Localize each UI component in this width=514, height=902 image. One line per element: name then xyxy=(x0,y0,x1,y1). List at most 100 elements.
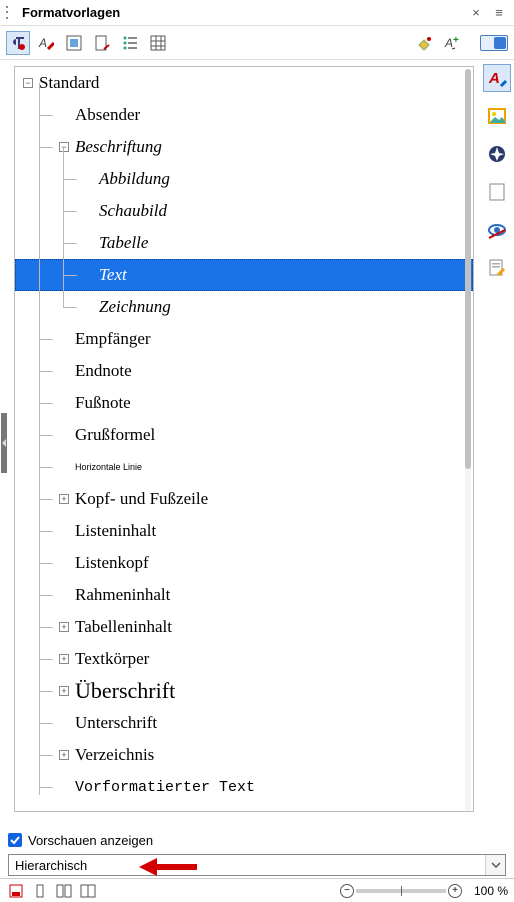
chevron-down-icon[interactable] xyxy=(485,855,505,875)
tree-item[interactable]: Fußnote xyxy=(15,387,473,419)
tree-item[interactable]: Listenkopf xyxy=(15,547,473,579)
multi-page-view-icon[interactable] xyxy=(54,882,74,900)
tree-item-label: Text xyxy=(99,265,127,285)
spotlight-toggle[interactable] xyxy=(480,35,508,51)
tree-item[interactable]: + Verzeichnis xyxy=(15,739,473,771)
tree-item-label: Schaubild xyxy=(99,201,167,221)
character-styles-icon: A xyxy=(38,35,54,51)
status-bar: − + 100 % xyxy=(0,878,514,902)
tree-item-label: Rahmeninhalt xyxy=(75,585,170,605)
tree-item-label: Listeninhalt xyxy=(75,521,156,541)
list-styles-button[interactable] xyxy=(118,31,142,55)
expand-icon[interactable]: + xyxy=(59,654,69,664)
svg-text:A: A xyxy=(444,36,453,50)
preview-checkbox[interactable] xyxy=(8,833,22,847)
tree-item-label: Fußnote xyxy=(75,393,131,413)
tree-item[interactable]: Endnote xyxy=(15,355,473,387)
svg-text:+: + xyxy=(453,35,459,46)
tree-item[interactable]: Unterschrift xyxy=(15,707,473,739)
tree-item-label: Empfänger xyxy=(75,329,151,349)
expand-icon[interactable]: + xyxy=(59,494,69,504)
table-styles-button[interactable] xyxy=(146,31,170,55)
tree-item[interactable]: Absender xyxy=(15,99,473,131)
tree-item[interactable]: Grußformel xyxy=(15,419,473,451)
filter-combobox-value: Hierarchisch xyxy=(9,858,485,873)
gallery-tab-button[interactable] xyxy=(483,102,511,130)
tree-item[interactable]: + Überschrift xyxy=(15,675,473,707)
tree-item-label: Grußformel xyxy=(75,425,155,445)
frame-styles-icon xyxy=(66,35,82,51)
tree-item-label: Textkörper xyxy=(75,649,149,669)
tree-item-label: Abbildung xyxy=(99,169,170,189)
panel-header: Formatvorlagen × ≡ xyxy=(0,0,514,26)
filter-combobox[interactable]: Hierarchisch xyxy=(8,854,506,876)
tree-item-label: Tabelleninhalt xyxy=(75,617,172,637)
tree-item[interactable]: Abbildung xyxy=(15,163,473,195)
tree-item-label: Standard xyxy=(39,73,99,93)
styles-tab-button[interactable]: A xyxy=(483,64,511,92)
tree-item[interactable]: + Textkörper xyxy=(15,643,473,675)
tree-item-label: Absender xyxy=(75,105,140,125)
tree-item-label: Zeichnung xyxy=(99,297,171,317)
tree-item[interactable]: + Tabelleninhalt xyxy=(15,611,473,643)
tree-item-label: Vorformatierter Text xyxy=(75,779,255,796)
tree-item[interactable]: Vorformatierter Text xyxy=(15,771,473,803)
panel-title: Formatvorlagen xyxy=(22,5,468,20)
expand-icon[interactable]: + xyxy=(59,686,69,696)
tree-item-label: Tabelle xyxy=(99,233,148,253)
tree-item[interactable]: Rahmeninhalt xyxy=(15,579,473,611)
tree-item[interactable]: −Standard xyxy=(15,67,473,99)
table-styles-icon xyxy=(150,35,166,51)
manage-changes-tab-button[interactable] xyxy=(483,254,511,282)
zoom-slider[interactable] xyxy=(356,889,446,893)
tree-item[interactable]: −Beschriftung xyxy=(15,131,473,163)
tree-item-label: Kopf- und Fußzeile xyxy=(75,489,208,509)
inspector-tab-icon xyxy=(487,220,507,240)
single-page-view-icon[interactable] xyxy=(30,882,50,900)
preview-checkbox-label: Vorschauen anzeigen xyxy=(28,833,153,848)
navigator-tab-button[interactable] xyxy=(483,140,511,168)
frame-styles-button[interactable] xyxy=(62,31,86,55)
paragraph-styles-button[interactable] xyxy=(6,31,30,55)
scrollbar[interactable] xyxy=(465,69,471,811)
character-styles-button[interactable]: A xyxy=(34,31,58,55)
gallery-tab-icon xyxy=(487,106,507,126)
styles-toolbar: A A+ xyxy=(0,26,514,60)
styles-tree[interactable]: −StandardAbsender−BeschriftungAbbildungS… xyxy=(14,66,474,812)
fill-format-icon xyxy=(416,35,432,51)
inspector-tab-button[interactable] xyxy=(483,216,511,244)
zoom-value: 100 % xyxy=(464,884,508,898)
tree-item[interactable]: Schaubild xyxy=(15,195,473,227)
tree-item[interactable]: Tabelle xyxy=(15,227,473,259)
sidebar-tabs: A xyxy=(480,60,514,826)
drag-handle-icon[interactable] xyxy=(6,5,14,21)
scrollbar-thumb[interactable] xyxy=(465,69,471,469)
tree-item-label: Verzeichnis xyxy=(75,745,154,765)
close-icon[interactable]: × xyxy=(468,5,484,20)
fill-format-button[interactable] xyxy=(412,31,436,55)
zoom-in-button[interactable]: + xyxy=(448,884,462,898)
collapse-icon[interactable]: − xyxy=(23,78,33,88)
tree-item[interactable]: Empfänger xyxy=(15,323,473,355)
styles-tab-icon: A xyxy=(487,68,507,88)
panel-menu-icon[interactable]: ≡ xyxy=(490,5,508,20)
expand-icon[interactable]: + xyxy=(59,750,69,760)
page-tab-icon xyxy=(487,182,507,202)
expand-icon[interactable]: + xyxy=(59,622,69,632)
panel-collapse-handle[interactable] xyxy=(0,60,8,826)
zoom-out-button[interactable]: − xyxy=(340,884,354,898)
tree-item-label: Überschrift xyxy=(75,678,175,704)
tree-item[interactable]: Zeichnung xyxy=(15,291,473,323)
list-styles-icon xyxy=(122,35,138,51)
tree-item[interactable]: + Kopf- und Fußzeile xyxy=(15,483,473,515)
tree-item[interactable]: Listeninhalt xyxy=(15,515,473,547)
page-tab-button[interactable] xyxy=(483,178,511,206)
new-style-button[interactable]: A+ xyxy=(440,31,464,55)
tree-item[interactable]: Horizontale Linie xyxy=(15,451,473,483)
tree-item[interactable]: Text xyxy=(15,259,473,291)
book-view-icon[interactable] xyxy=(78,882,98,900)
collapse-icon[interactable]: − xyxy=(59,142,69,152)
save-status-icon[interactable] xyxy=(6,882,26,900)
page-styles-button[interactable] xyxy=(90,31,114,55)
page-styles-icon xyxy=(94,35,110,51)
